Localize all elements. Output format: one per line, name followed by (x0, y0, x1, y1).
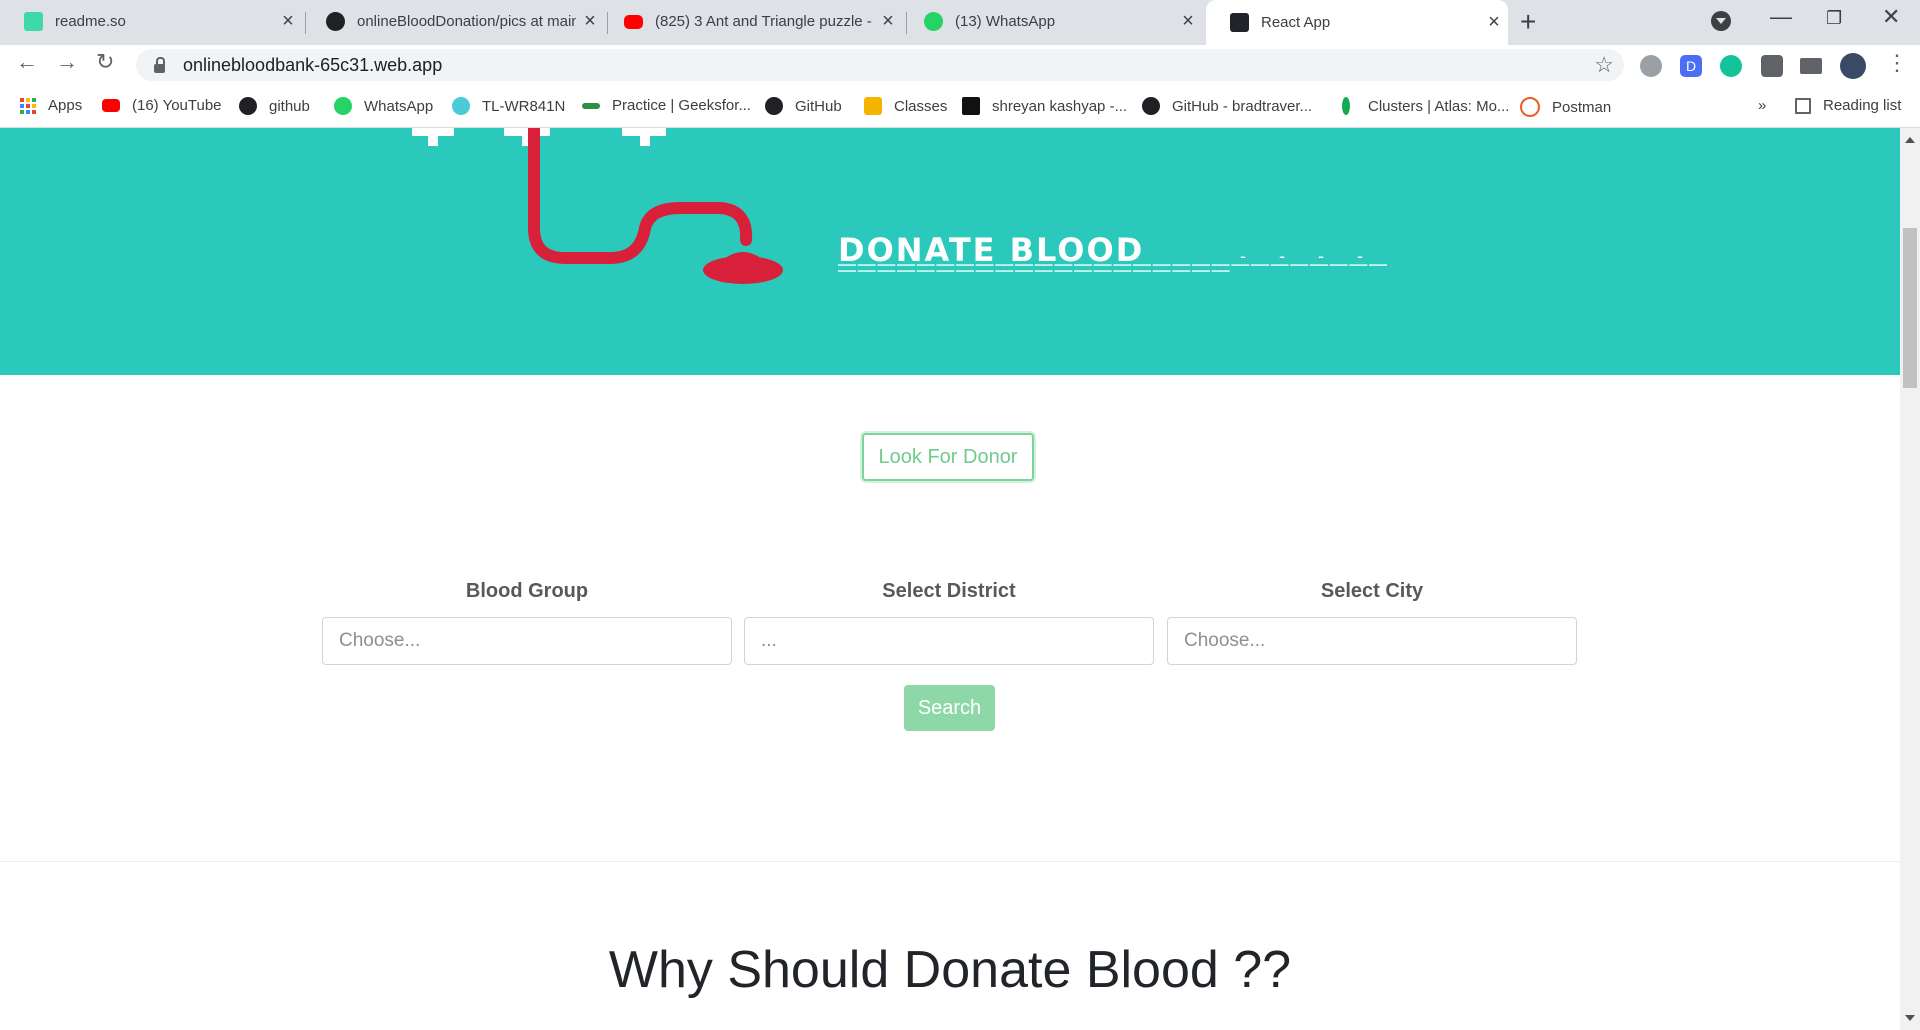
bookmark-label: Classes (894, 97, 948, 115)
bookmark-youtube[interactable]: (16) YouTube (102, 97, 222, 114)
scroll-up-arrow-icon[interactable] (1905, 132, 1915, 143)
close-icon[interactable]: × (1480, 11, 1508, 34)
bookmark-github-bradtraversy[interactable]: GitHub - bradtraver... (1142, 97, 1312, 115)
browser-toolbar: ← → ↻ onlinebloodbank-65c31.web.app ☆ D … (0, 45, 1920, 85)
tab-whatsapp[interactable]: (13) WhatsApp × (900, 0, 1202, 43)
district-select[interactable]: ... (744, 617, 1154, 665)
bookmark-github-2[interactable]: GitHub (765, 97, 842, 115)
bookmark-label: (16) YouTube (132, 97, 222, 114)
bookmark-label: Practice | Geeksfor... (612, 97, 751, 114)
tab-title: (13) WhatsApp (955, 13, 1056, 30)
more-bookmarks-button[interactable]: » (1758, 97, 1766, 114)
extension-d-icon[interactable]: D (1680, 55, 1702, 77)
mongodb-leaf-icon (1342, 97, 1350, 115)
bookmark-label: shreyan kashyap -... (992, 97, 1128, 115)
postman-icon (1520, 97, 1540, 117)
tplink-icon (452, 97, 470, 115)
minimize-icon[interactable]: — (1770, 4, 1792, 30)
tab-github[interactable]: onlineBloodDonation/pics at main × (302, 0, 604, 43)
tab-strip: readme.so × onlineBloodDonation/pics at … (0, 0, 1920, 45)
bookmark-atlas[interactable]: Clusters | Atlas: Mo... (1338, 97, 1509, 115)
bookmark-classes[interactable]: Classes (864, 97, 947, 115)
page-viewport: DONATE BLOOD - - - - ▬▬▬ ▬▬▬ ▬▬▬ ▬▬▬ ▬▬▬… (0, 128, 1900, 1030)
back-icon[interactable]: ← (16, 49, 38, 75)
tab-title: (825) 3 Ant and Triangle puzzle - (655, 13, 872, 30)
whatsapp-icon (924, 12, 943, 31)
tab-title: React App (1261, 14, 1331, 31)
select-district-label: Select District (882, 580, 1016, 602)
bookmark-star-icon[interactable]: ☆ (1594, 52, 1614, 78)
classroom-icon (864, 97, 882, 115)
look-for-donor-button[interactable]: Look For Donor (862, 433, 1034, 481)
tab-search-icon[interactable] (1711, 11, 1731, 31)
geeksforgeeks-icon (582, 102, 600, 109)
media-control-icon[interactable] (1800, 58, 1822, 74)
bookmark-geeksforgeeks[interactable]: Practice | Geeksfor... (582, 97, 751, 114)
bookmark-label: Postman (1552, 98, 1612, 116)
bookmark-apps[interactable]: Apps (20, 97, 82, 114)
bookmark-github[interactable]: github (239, 97, 310, 115)
apps-grid-icon (20, 97, 36, 114)
bookmark-label: GitHub (795, 97, 842, 115)
bookmark-label: Apps (48, 97, 83, 114)
scroll-thumb[interactable] (1903, 228, 1917, 388)
hackerrank-icon (962, 97, 980, 115)
bookmarks-bar: Apps (16) YouTube github WhatsApp TL-WR8… (0, 85, 1920, 128)
address-bar[interactable]: onlinebloodbank-65c31.web.app ☆ (136, 49, 1624, 81)
lock-icon (154, 56, 165, 73)
bookmark-tl-wr841n[interactable]: TL-WR841N (452, 97, 565, 115)
tab-title: readme.so (55, 13, 126, 30)
why-donate-heading: Why Should Donate Blood ?? (608, 941, 1292, 999)
close-icon[interactable]: × (874, 10, 902, 33)
readme-icon (24, 12, 43, 31)
search-button[interactable]: Search (904, 685, 995, 731)
bookmark-postman[interactable]: Postman (1520, 97, 1611, 117)
youtube-icon (102, 99, 120, 112)
scroll-down-arrow-icon[interactable] (1905, 1015, 1915, 1026)
page-scrollbar[interactable] (1900, 128, 1920, 1030)
bookmark-label: Clusters | Atlas: Mo... (1368, 97, 1510, 115)
tab-readme[interactable]: readme.so × (0, 0, 302, 43)
window-close-icon[interactable]: ✕ (1882, 4, 1900, 30)
url-text: onlinebloodbank-65c31.web.app (183, 54, 443, 75)
city-select[interactable]: Choose... (1167, 617, 1577, 665)
hero-banner: DONATE BLOOD - - - - ▬▬▬ ▬▬▬ ▬▬▬ ▬▬▬ ▬▬▬… (0, 128, 1900, 375)
more-menu-icon[interactable]: ⋮ (1886, 50, 1908, 76)
tab-react-app[interactable]: React App × (1206, 0, 1508, 45)
extension-icon[interactable] (1640, 55, 1662, 77)
github-icon (1142, 97, 1160, 115)
youtube-icon (624, 14, 643, 29)
bookmark-label: github (269, 97, 310, 115)
github-icon (765, 97, 783, 115)
blood-group-label: Blood Group (465, 580, 589, 602)
bookmark-label: WhatsApp (364, 97, 434, 115)
reading-list-button[interactable]: Reading list (1795, 97, 1901, 114)
puzzle-icon[interactable] (1761, 55, 1783, 77)
bookmark-label: TL-WR841N (482, 97, 566, 115)
tab-youtube[interactable]: (825) 3 Ant and Triangle puzzle - × (600, 0, 902, 43)
section-divider (0, 861, 1900, 862)
bookmark-shreyan[interactable]: shreyan kashyap -... (962, 97, 1127, 115)
bookmark-whatsapp[interactable]: WhatsApp (334, 97, 433, 115)
new-tab-button[interactable]: + (1520, 6, 1536, 38)
avatar[interactable] (1840, 53, 1866, 79)
hero-fine-print-decoration: ▬▬▬ ▬▬▬ ▬▬▬ ▬▬▬ ▬▬▬ ▬▬▬ ▬▬▬ ▬▬▬ ▬▬▬ ▬▬▬ … (838, 262, 1388, 274)
bookmark-label: GitHub - bradtraver... (1172, 97, 1313, 115)
restore-icon[interactable]: ❐ (1826, 8, 1842, 29)
grammarly-icon[interactable] (1720, 55, 1742, 77)
reading-list-label: Reading list (1823, 97, 1902, 114)
whatsapp-icon (334, 97, 352, 115)
github-icon (239, 97, 257, 115)
reading-list-icon (1795, 97, 1811, 114)
reload-icon[interactable]: ↻ (96, 49, 114, 75)
react-icon (1230, 13, 1249, 32)
close-icon[interactable]: × (274, 10, 302, 33)
forward-icon[interactable]: → (56, 49, 78, 75)
tab-title: onlineBloodDonation/pics at main (357, 13, 576, 30)
close-icon[interactable]: × (1174, 10, 1202, 33)
select-city-label: Select City (1320, 580, 1424, 602)
blood-group-select[interactable]: Choose... (322, 617, 732, 665)
github-icon (326, 12, 345, 31)
